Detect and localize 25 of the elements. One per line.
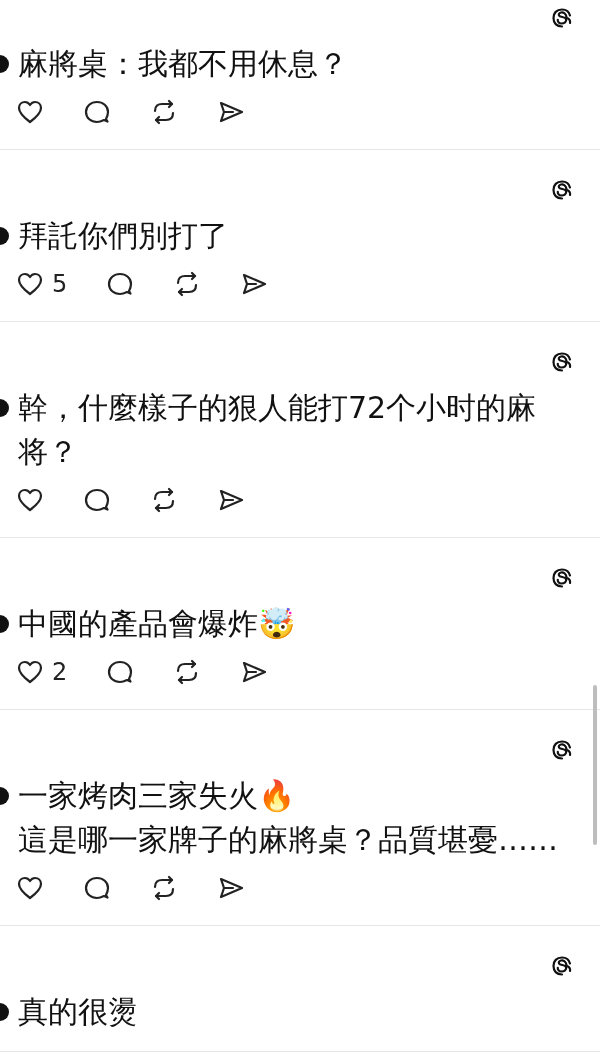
- heart-icon[interactable]: [16, 874, 44, 902]
- heart-icon[interactable]: [16, 98, 44, 126]
- comment-text: 一家烤肉三家失火🔥 這是哪一家牌子的麻將桌？品質堪憂……: [18, 777, 559, 859]
- comment-text: 拜託你們別打了: [18, 217, 229, 255]
- speech-bubble-icon[interactable]: [106, 270, 135, 298]
- logo-icon[interactable]: [550, 350, 574, 374]
- speech-bubble-icon[interactable]: [83, 98, 111, 126]
- logo-icon[interactable]: [550, 566, 574, 590]
- logo-icon[interactable]: [550, 738, 574, 762]
- like-count: 2: [52, 658, 68, 686]
- logo-icon[interactable]: [550, 6, 574, 30]
- heart-icon[interactable]: [16, 658, 44, 686]
- comment-text: 麻將桌：我都不用休息？: [18, 45, 349, 83]
- comment-text: 中國的產品會爆炸🤯: [18, 605, 296, 643]
- comment-text: 真的很燙: [18, 993, 139, 1031]
- speech-bubble-icon[interactable]: [83, 486, 111, 514]
- heart-icon[interactable]: [16, 270, 44, 298]
- scrollbar[interactable]: [593, 685, 597, 845]
- speech-bubble-icon[interactable]: [83, 874, 111, 902]
- logo-icon[interactable]: [550, 954, 574, 978]
- heart-icon[interactable]: [16, 486, 44, 514]
- speech-bubble-icon[interactable]: [106, 658, 135, 686]
- logo-icon[interactable]: [550, 178, 574, 202]
- comment-text: 幹，什麼樣子的狠人能打72个小时的麻将？: [18, 389, 538, 471]
- like-count: 5: [52, 270, 68, 298]
